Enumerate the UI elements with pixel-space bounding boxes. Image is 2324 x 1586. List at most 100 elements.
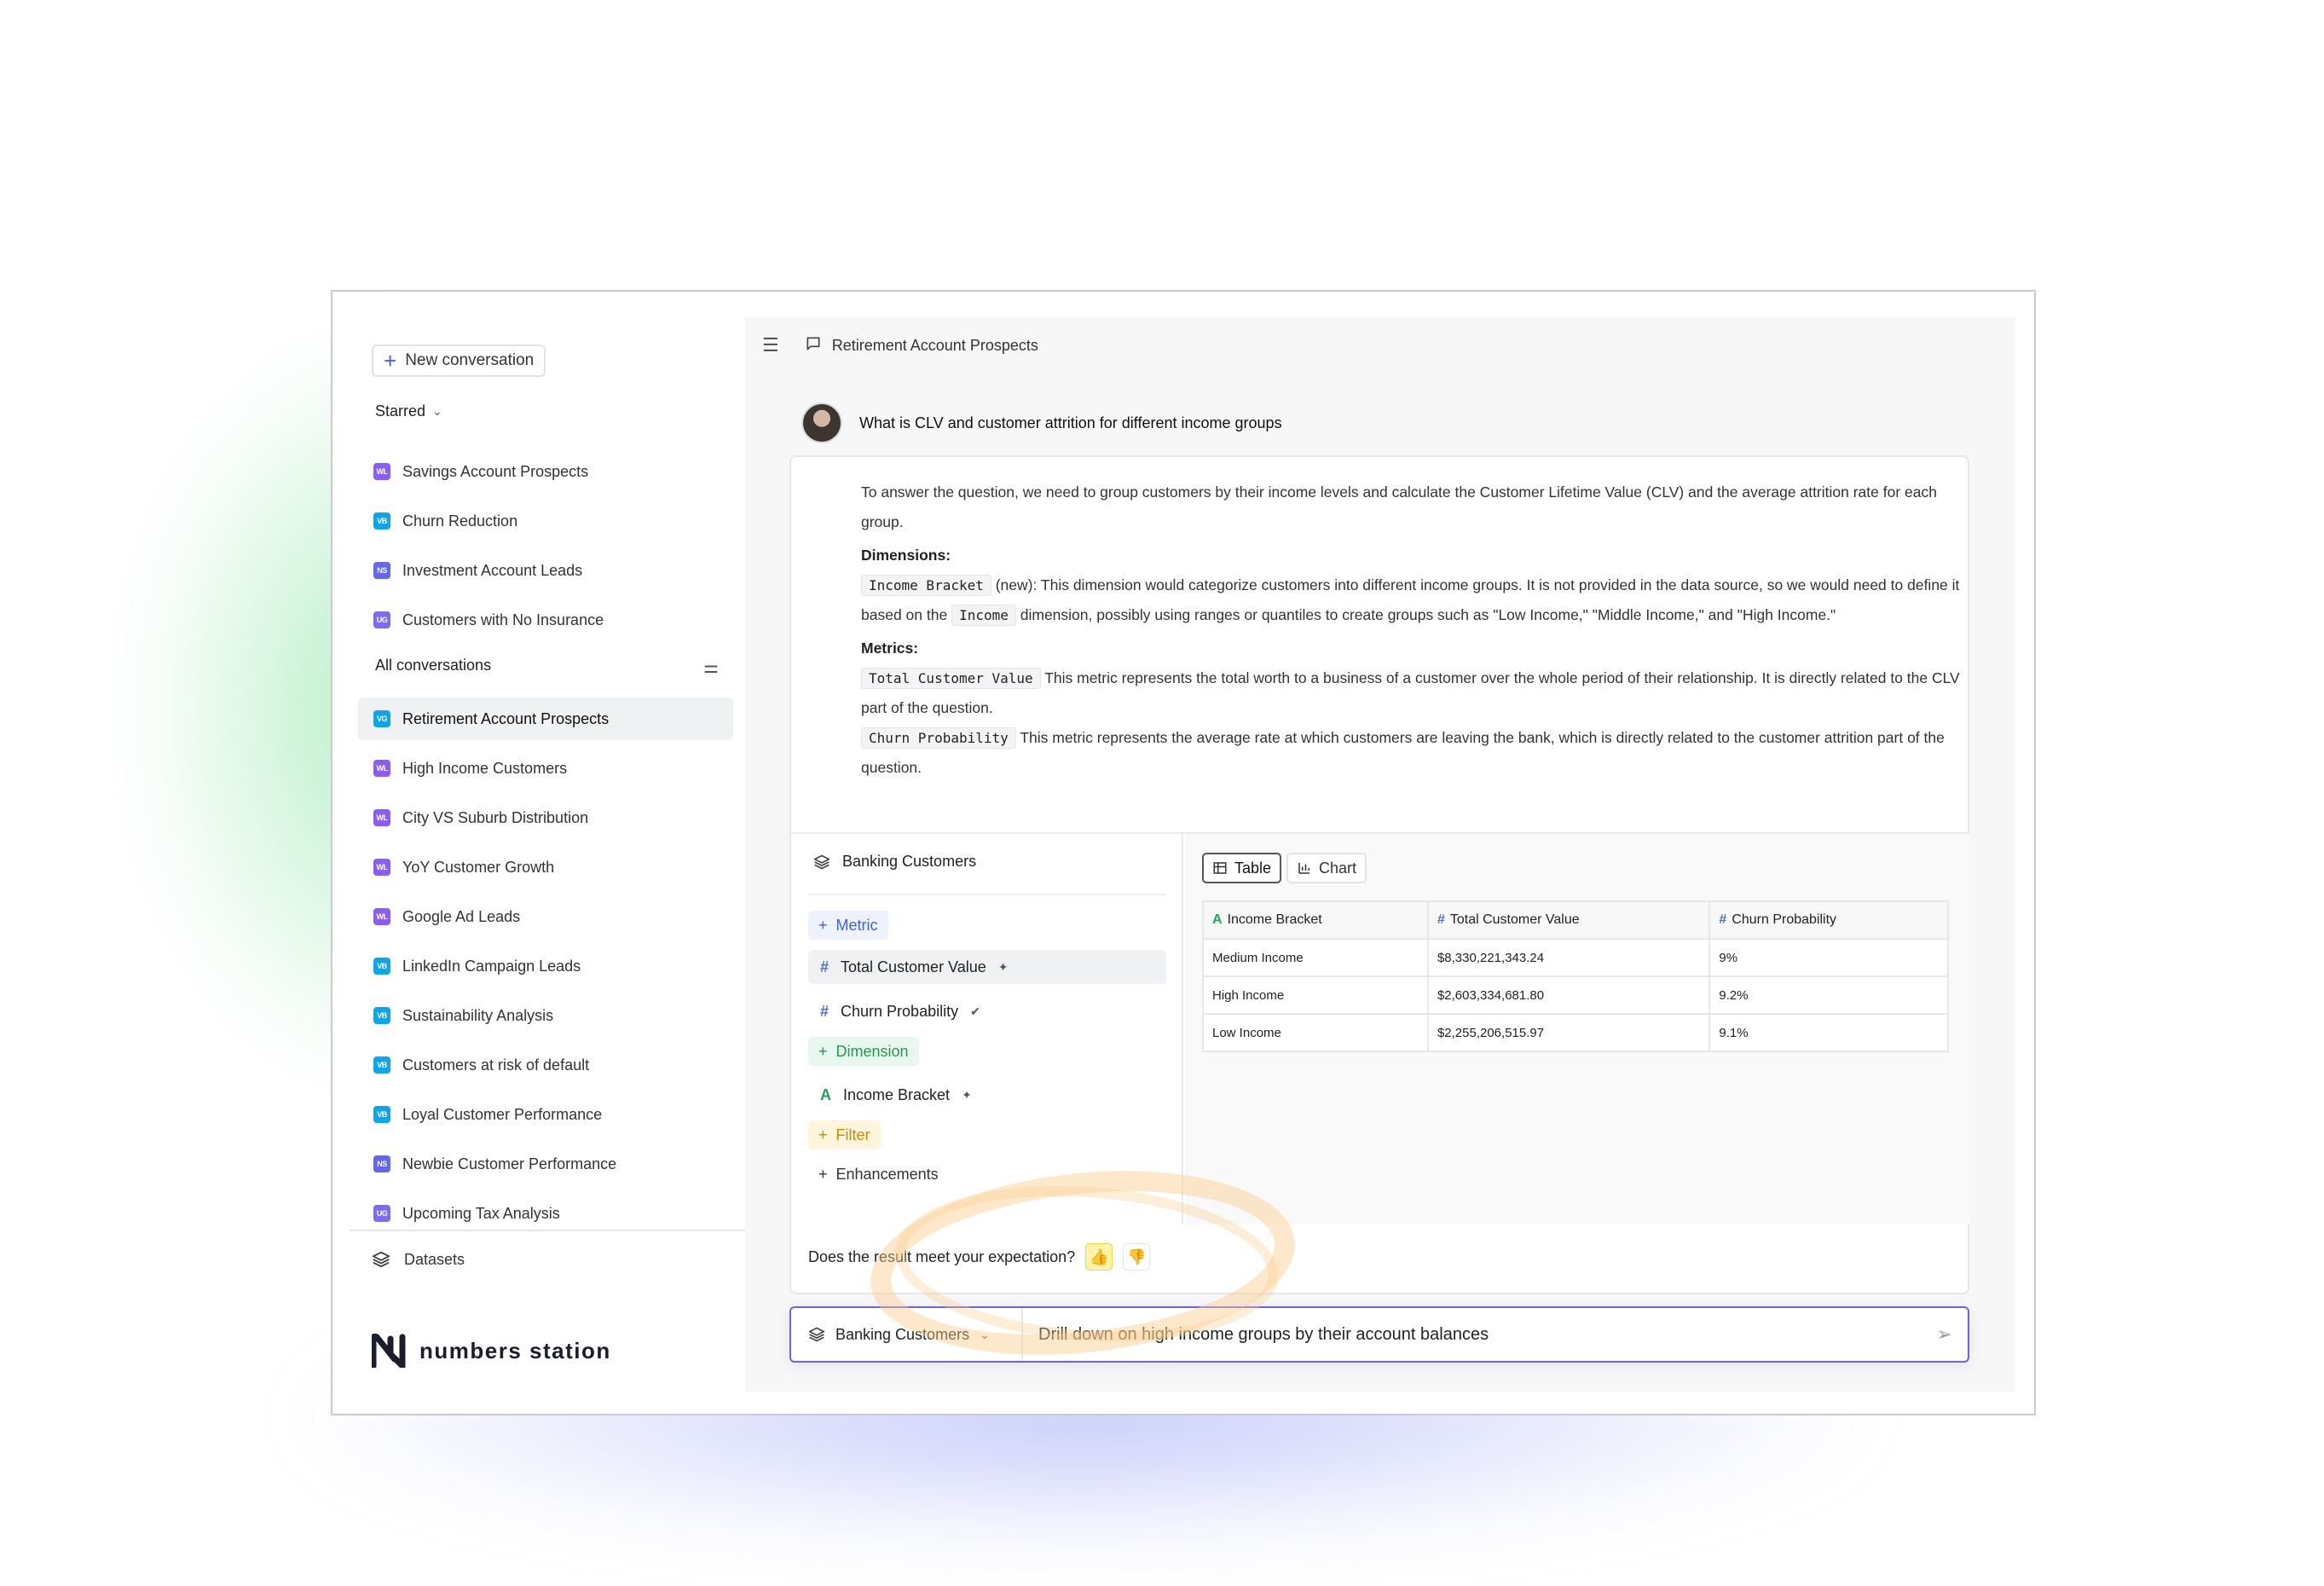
starred-item[interactable]: WL Savings Account Prospects [358,450,733,493]
workspace-badge: VB [373,512,390,530]
check-circle-icon[interactable]: ✔ [970,1004,980,1019]
starred-header[interactable]: Starred ⌄ [375,402,442,420]
send-icon[interactable]: ➢ [1937,1323,1952,1346]
conversation-item[interactable]: NS Newbie Customer Performance [358,1143,733,1185]
conversation-item[interactable]: WL YoY Customer Growth [358,846,733,889]
column-label: Income Bracket [1227,912,1322,927]
query-area: Banking Customers + Metric # Total Custo… [791,832,1969,1224]
dimension-income-bracket[interactable]: A Income Bracket ✦ [808,1078,1166,1112]
starred-item-label: Investment Account Leads [402,561,583,579]
conversation-item[interactable]: VB Loyal Customer Performance [358,1093,733,1136]
conversation-item[interactable]: WL High Income Customers [358,747,733,790]
conversation-item[interactable]: UG Upcoming Tax Analysis [358,1192,733,1235]
workspace-badge: VB [373,1106,390,1123]
workspace-badge: WL [373,760,390,777]
column-label: Total Customer Value [1449,912,1580,927]
add-dimension-button[interactable]: + Dimension [808,1037,919,1066]
logo-text: numbers station [419,1337,611,1363]
starred-item[interactable]: NS Investment Account Leads [358,549,733,592]
conversation-item-label: Newbie Customer Performance [402,1155,617,1172]
conversation-item-label: Sustainability Analysis [402,1006,554,1024]
layers-icon [372,1251,390,1268]
menu-icon[interactable]: ☰ [762,334,779,356]
metric-field-label: Churn Probability [841,1002,959,1020]
layers-icon [813,854,830,869]
metric-churn-probability[interactable]: # Churn Probability ✔ [808,994,1166,1028]
builder-divider [808,894,1166,895]
tab-chart-label: Chart [1319,859,1357,877]
starred-item[interactable]: VB Churn Reduction [358,500,733,542]
dimensions-label: Dimensions: [861,547,951,564]
chevron-down-icon: ⌄ [432,404,442,418]
column-churn-probability[interactable]: # Churn Probability [1708,900,1949,940]
bar-chart-icon [1298,863,1310,874]
datasets-link[interactable]: Datasets [372,1250,465,1269]
table-cell: 9.2% [1708,975,1949,1015]
metric-1-explanation: Total Customer Value This metric represe… [861,663,1961,723]
hash-icon: # [820,958,830,975]
all-conversations-header: All conversations [375,657,491,674]
conversation-item[interactable]: WL City VS Suburb Distribution [358,796,733,839]
new-conversation-button[interactable]: + New conversation [372,344,546,377]
table-cell: High Income [1202,975,1429,1015]
workspace-badge: NS [373,562,390,579]
conversation-item[interactable]: VG Retirement Account Prospects [358,697,733,740]
builder-dataset[interactable]: Banking Customers [813,853,976,871]
sidebar-divider [350,1230,745,1231]
workspace-badge: WL [373,859,390,876]
table-cell: Low Income [1202,1013,1429,1052]
sparkle-icon[interactable]: ✦ [962,1088,972,1103]
results-panel: Table Chart A Income Bracket # Total Custo… [1185,834,1969,1224]
filter-settings-icon[interactable]: ⚌ [703,657,719,678]
conversation-item[interactable]: VB Sustainability Analysis [358,994,733,1037]
table-icon [1213,862,1227,874]
workspace-badge: VB [373,1007,390,1024]
sparkle-icon[interactable]: ✦ [998,960,1009,975]
layers-icon [808,1327,825,1342]
code-income: Income [951,605,1016,626]
conversation-item[interactable]: WL Google Ad Leads [358,895,733,938]
conversation-item-label: LinkedIn Campaign Leads [402,957,581,975]
enhancements-button[interactable]: + Enhancements [808,1160,949,1189]
conversation-item[interactable]: VB LinkedIn Campaign Leads [358,945,733,987]
starred-item[interactable]: UG Customers with No Insurance [358,599,733,641]
add-filter-label: Filter [835,1126,870,1143]
starred-item-label: Customers with No Insurance [402,611,604,628]
results-table: A Income Bracket # Total Customer Value # C… [1202,900,1949,1052]
workspace-badge: WL [373,463,390,480]
user-question: What is CLV and customer attrition for d… [801,402,1282,443]
add-filter-button[interactable]: + Filter [808,1120,881,1149]
conversation-item[interactable]: VB Customers at risk of default [358,1044,733,1086]
tab-table[interactable]: Table [1202,853,1282,883]
workspace-badge: UG [373,611,390,628]
chat-bubble-icon [805,335,822,356]
conversation-item-label: Customers at risk of default [402,1056,590,1074]
table-row: Low Income $2,255,206,515.97 9.1% [1202,1013,1949,1052]
metric-total-customer-value[interactable]: # Total Customer Value ✦ [808,950,1166,984]
table-cell: $2,603,334,681.80 [1426,975,1711,1015]
numbers-station-logo: numbers station [372,1334,611,1368]
conversation-item-label: Loyal Customer Performance [402,1105,603,1123]
column-label: Churn Probability [1731,912,1837,927]
table-cell: Medium Income [1202,938,1429,977]
conversation-title: Retirement Account Prospects [831,336,1038,354]
answer-intro: To answer the question, we need to group… [861,483,1937,530]
conversation-item-label: Google Ad Leads [402,907,521,925]
add-metric-button[interactable]: + Metric [808,911,888,940]
column-income-bracket[interactable]: A Income Bracket [1202,900,1429,940]
query-builder: Banking Customers + Metric # Total Custo… [791,834,1183,1224]
datasets-label: Datasets [404,1250,465,1268]
plus-icon: + [818,916,828,934]
metrics-label: Metrics: [861,640,919,657]
metric-2-explanation: Churn Probability This metric represents… [861,723,1961,783]
logo-mark-icon [372,1334,406,1368]
workspace-badge: UG [373,1205,390,1222]
workspace-badge: VG [373,710,390,727]
dimension-explanation: Income Bracket (new): This dimension wou… [861,570,1961,630]
answer-text: To answer the question, we need to group… [861,478,1961,783]
tab-chart[interactable]: Chart [1286,853,1367,883]
conversation-item-label: YoY Customer Growth [402,858,555,876]
column-total-customer-value[interactable]: # Total Customer Value [1426,900,1711,940]
text-type-icon: A [820,1085,831,1103]
dim-text-2: dimension, possibly using ranges or quan… [1020,606,1836,623]
